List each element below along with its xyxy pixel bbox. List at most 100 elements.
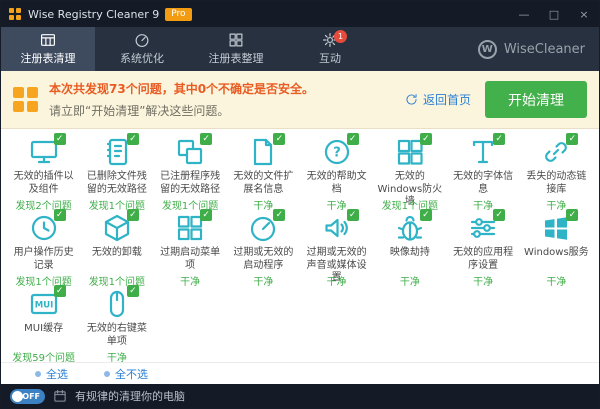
checked-badge-icon[interactable]: ✓	[54, 209, 66, 221]
svg-text:?: ?	[333, 146, 341, 161]
item-label: 无效的文件扩展名信息	[229, 171, 298, 196]
nav-tab[interactable]: 注册表清理	[1, 27, 95, 71]
checked-badge-icon[interactable]: ✓	[273, 209, 285, 221]
cleanup-item[interactable]: ✓ 过期启动菜单项 干净	[154, 211, 227, 287]
schedule-toggle[interactable]: OFF	[10, 389, 45, 404]
cleanup-item[interactable]: ✓ 已删除文件残留的无效路径 发现1个问题	[80, 135, 153, 211]
checked-badge-icon[interactable]: ✓	[54, 285, 66, 297]
cleanup-item[interactable]: ✓ 已注册程序残留的无效路径 发现1个问题	[154, 135, 227, 211]
item-label: 无效的右键菜单项	[82, 323, 151, 348]
scan-instruction-text: 请立即“开始清理”解决这些问题。	[49, 102, 314, 119]
checked-badge-icon[interactable]: ✓	[566, 133, 578, 145]
checked-badge-icon[interactable]: ✓	[493, 209, 505, 221]
tab-label: 互动	[319, 50, 341, 66]
mui-icon: MUI✓	[28, 287, 60, 321]
item-label: 过期或无效的启动程序	[229, 247, 298, 272]
select-none-label: 全不选	[115, 366, 148, 382]
issues-grid-icon	[13, 87, 38, 112]
checked-badge-icon[interactable]: ✓	[566, 209, 578, 221]
item-status: 干净	[546, 197, 566, 212]
titlebar: Wise Registry Cleaner 9 Pro — □ ×	[1, 1, 599, 27]
checked-badge-icon[interactable]: ✓	[54, 133, 66, 145]
item-status: 干净	[473, 273, 493, 288]
monitor-icon: ✓	[28, 135, 60, 169]
window-controls: — □ ×	[509, 1, 599, 27]
cleanup-item[interactable]: ✓ 无效的字体信息 干净	[447, 135, 520, 211]
statusbar-message: 有规律的清理你的电脑	[75, 388, 185, 404]
link-icon: ✓	[540, 135, 572, 169]
item-label: 无效的应用程序设置	[449, 247, 518, 272]
tab-label: 注册表整理	[209, 50, 264, 66]
checked-badge-icon[interactable]: ✓	[273, 133, 285, 145]
font-icon: ✓	[467, 135, 499, 169]
checked-badge-icon[interactable]: ✓	[493, 133, 505, 145]
cleanup-item[interactable]: ✓ 无效的插件以及组件 发现2个问题	[7, 135, 80, 211]
cleanup-item[interactable]: MUI✓ MUI缓存 发现59个问题	[7, 287, 80, 362]
checked-badge-icon[interactable]: ✓	[200, 133, 212, 145]
checked-badge-icon[interactable]: ✓	[200, 209, 212, 221]
toggle-state-label: OFF	[22, 392, 40, 401]
start-clean-button[interactable]: 开始清理	[485, 81, 587, 118]
item-status: 干净	[473, 197, 493, 212]
item-status: 干净	[400, 273, 420, 288]
cleanup-item[interactable]: ✓ 过期或无效的声音或媒体设置 干净	[300, 211, 373, 287]
item-label: 丢失的动态链接库	[522, 171, 591, 196]
cleanup-item[interactable]: ✓ 过期或无效的启动程序 干净	[227, 211, 300, 287]
gauge-icon	[134, 32, 150, 48]
cleanup-item[interactable]: ✓ 无效的应用程序设置 干净	[447, 211, 520, 287]
cleanup-item[interactable]: ✓ 无效的文件扩展名信息 干净	[227, 135, 300, 211]
bullet-icon	[35, 371, 41, 377]
tiles-icon: ✓	[174, 211, 206, 245]
scan-result-banner: 本次共发现73个问题，其中0个不确定是否安全。 请立即“开始清理”解决这些问题。…	[1, 71, 599, 129]
item-status: 干净	[327, 197, 347, 212]
brand-logo: W WiseCleaner	[478, 27, 599, 71]
nav-tab[interactable]: 互动 1	[283, 27, 377, 71]
mouse-icon: ✓	[101, 287, 133, 321]
speaker-icon: ✓	[321, 211, 353, 245]
bullet-icon	[104, 371, 110, 377]
item-label: 无效的字体信息	[449, 171, 518, 196]
cleanup-item[interactable]: ?✓ 无效的帮助文档 干净	[300, 135, 373, 211]
tabs: 注册表清理 系统优化 注册表整理 互动 1	[1, 27, 377, 71]
checked-badge-icon[interactable]: ✓	[347, 209, 359, 221]
pro-badge: Pro	[165, 8, 191, 21]
minimize-button[interactable]: —	[509, 1, 539, 27]
refresh-icon	[405, 93, 418, 106]
select-all-link[interactable]: 全选	[35, 366, 68, 382]
cleanup-item[interactable]: ✓ 丢失的动态链接库 干净	[520, 135, 593, 211]
nav-tab[interactable]: 系统优化	[95, 27, 189, 71]
checked-badge-icon[interactable]: ✓	[420, 209, 432, 221]
checked-badge-icon[interactable]: ✓	[127, 133, 139, 145]
item-label: 过期或无效的声音或媒体设置	[302, 247, 371, 272]
window-title: Wise Registry Cleaner 9	[28, 8, 159, 21]
bug-icon: ✓	[394, 211, 426, 245]
cleanup-item[interactable]: ✓ 无效的Windows防火墙 发现1个问题	[373, 135, 446, 211]
cleanup-item[interactable]: ✓ Windows服务 干净	[520, 211, 593, 287]
nav-tab[interactable]: 注册表整理	[189, 27, 283, 71]
category-grid: ✓ 无效的插件以及组件 发现2个问题 ✓ 已删除文件残留的无效路径 发现1个问题…	[7, 135, 593, 362]
svg-text:MUI: MUI	[34, 301, 53, 311]
selection-row: 全选 全不选	[1, 362, 599, 384]
checked-badge-icon[interactable]: ✓	[127, 209, 139, 221]
cleanup-item[interactable]: ✓ 无效的右键菜单项 干净	[80, 287, 153, 362]
select-none-link[interactable]: 全不选	[104, 366, 148, 382]
cleanup-item[interactable]: ✓ 无效的卸载 发现1个问题	[80, 211, 153, 287]
maximize-button[interactable]: □	[539, 1, 569, 27]
cleanup-item[interactable]: ✓ 映像劫持 干净	[373, 211, 446, 287]
app-logo-icon	[9, 8, 22, 21]
box-icon: ✓	[101, 211, 133, 245]
item-label: 无效的Windows防火墙	[375, 171, 444, 196]
back-home-label: 返回首页	[423, 91, 471, 108]
item-status: 干净	[107, 349, 127, 362]
checked-badge-icon[interactable]: ✓	[347, 133, 359, 145]
gauge-icon: ✓	[247, 211, 279, 245]
item-status: 干净	[546, 273, 566, 288]
statusbar: OFF 有规律的清理你的电脑	[1, 384, 599, 408]
scan-categories: ✓ 无效的插件以及组件 发现2个问题 ✓ 已删除文件残留的无效路径 发现1个问题…	[1, 129, 599, 362]
checked-badge-icon[interactable]: ✓	[420, 133, 432, 145]
close-button[interactable]: ×	[569, 1, 599, 27]
scan-summary-text: 本次共发现73个问题，其中0个不确定是否安全。	[49, 80, 314, 97]
cleanup-item[interactable]: ✓ 用户操作历史记录 发现1个问题	[7, 211, 80, 287]
back-home-link[interactable]: 返回首页	[405, 91, 471, 108]
checked-badge-icon[interactable]: ✓	[127, 285, 139, 297]
